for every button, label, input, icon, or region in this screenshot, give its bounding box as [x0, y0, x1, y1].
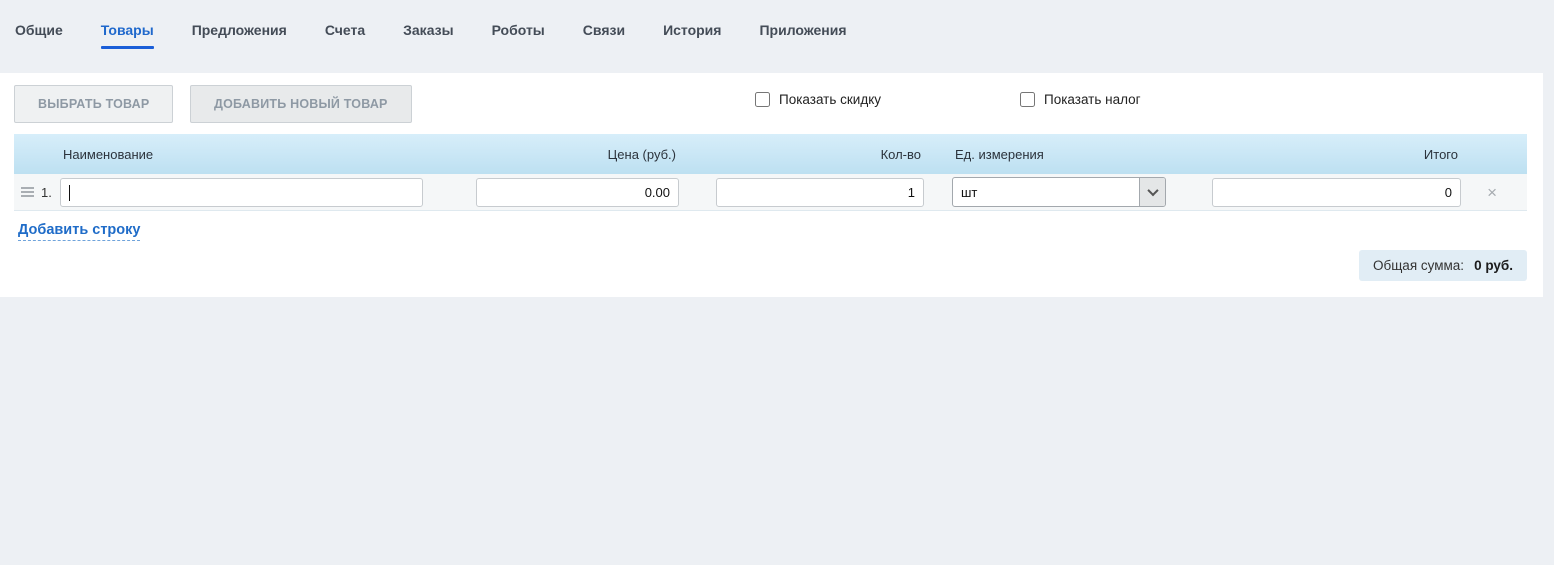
tab-apps[interactable]: Приложения — [759, 22, 846, 49]
chevron-down-icon — [1146, 184, 1159, 197]
tab-bar: Общие Товары Предложения Счета Заказы Ро… — [0, 0, 1554, 73]
header-quantity: Кол-во — [880, 146, 921, 162]
header-unit: Ед. измерения — [955, 146, 1044, 162]
header-total: Итого — [1423, 146, 1458, 162]
tab-underline — [492, 46, 545, 49]
tab-label: Приложения — [759, 22, 847, 38]
drag-handle-icon[interactable] — [21, 185, 34, 199]
summary-row: Общая сумма: 0 руб. — [0, 241, 1543, 281]
show-discount-checkbox-wrap[interactable]: Показать скидку — [755, 92, 881, 107]
products-panel: ВЫБРАТЬ ТОВАР ДОБАВИТЬ НОВЫЙ ТОВАР Показ… — [0, 73, 1543, 297]
product-total-cell — [1212, 177, 1461, 207]
tab-label: Заказы — [403, 22, 454, 38]
tab-label: Общие — [15, 22, 63, 38]
product-name-cell — [60, 177, 423, 207]
select-product-button[interactable]: ВЫБРАТЬ ТОВАР — [14, 85, 174, 123]
tab-underline — [325, 46, 365, 49]
tab-underline — [15, 46, 63, 49]
tab-label: Счета — [324, 22, 366, 38]
tab-products[interactable]: Товары — [100, 22, 154, 49]
text-caret — [69, 184, 70, 201]
tab-general[interactable]: Общие — [15, 22, 63, 49]
tab-label: Предложения — [191, 22, 287, 38]
show-tax-checkbox-wrap[interactable]: Показать налог — [1020, 92, 1141, 107]
add-row-wrap: Добавить строку — [0, 211, 1543, 241]
add-row-link[interactable]: Добавить строку — [18, 222, 141, 241]
product-name-input[interactable] — [60, 177, 423, 207]
show-discount-checkbox[interactable] — [755, 92, 770, 107]
show-tax-checkbox[interactable] — [1020, 92, 1035, 107]
tab-label: История — [663, 22, 722, 38]
unit-select-value: шт — [961, 184, 978, 200]
delete-row-icon[interactable]: × — [1487, 183, 1497, 202]
product-price-input[interactable] — [476, 177, 679, 207]
active-tab-underline — [100, 46, 154, 49]
product-quantity-input[interactable] — [716, 177, 924, 207]
tab-label: Товары — [100, 22, 154, 38]
product-price-cell — [476, 177, 679, 207]
product-unit-cell: шт — [952, 177, 1166, 207]
tab-invoices[interactable]: Счета — [325, 22, 365, 49]
row-handle-cell: 1. — [14, 185, 60, 200]
header-price: Цена (руб.) — [607, 146, 676, 162]
tab-robots[interactable]: Роботы — [492, 22, 545, 49]
product-table-row: 1. шт — [14, 174, 1527, 211]
unit-select-arrow-button[interactable] — [1139, 178, 1165, 206]
product-quantity-cell — [716, 177, 924, 207]
tab-label: Связи — [582, 22, 626, 38]
row-index: 1. — [41, 184, 52, 200]
tab-orders[interactable]: Заказы — [403, 22, 453, 49]
row-delete-cell: × — [1461, 184, 1527, 201]
product-total-input[interactable] — [1212, 177, 1461, 207]
tab-underline — [759, 46, 846, 49]
show-tax-label: Показать налог — [1044, 92, 1141, 107]
tab-underline — [192, 46, 287, 49]
tab-underline — [663, 46, 721, 49]
total-sum-badge: Общая сумма: 0 руб. — [1358, 250, 1527, 281]
product-table-header: Наименование Цена (руб.) Кол-во Ед. изме… — [14, 134, 1527, 174]
tab-label: Роботы — [491, 22, 545, 38]
tab-quotes[interactable]: Предложения — [192, 22, 287, 49]
tab-underline — [403, 46, 453, 49]
tab-underline — [583, 46, 625, 49]
products-toolbar: ВЫБРАТЬ ТОВАР ДОБАВИТЬ НОВЫЙ ТОВАР Показ… — [0, 73, 1543, 123]
unit-select[interactable]: шт — [952, 177, 1166, 207]
tab-links[interactable]: Связи — [583, 22, 625, 49]
header-name: Наименование — [63, 146, 154, 162]
deal-detail-page: Общие Товары Предложения Счета Заказы Ро… — [0, 0, 1554, 565]
total-sum-value: 0 руб. — [1474, 258, 1513, 273]
show-discount-label: Показать скидку — [779, 92, 882, 107]
add-new-product-button[interactable]: ДОБАВИТЬ НОВЫЙ ТОВАР — [190, 85, 412, 123]
tab-history[interactable]: История — [663, 22, 721, 49]
total-sum-label: Общая сумма: — [1372, 258, 1465, 273]
